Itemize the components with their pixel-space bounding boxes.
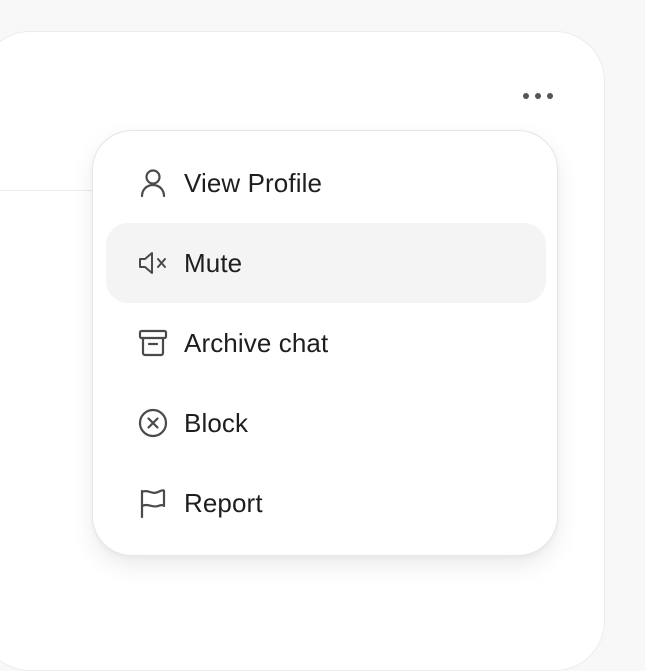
speaker-mute-icon: [136, 246, 170, 280]
menu-item-label: Block: [184, 407, 249, 438]
menu-item-label: Archive chat: [184, 327, 329, 358]
block-icon: [136, 406, 170, 440]
archive-icon: [136, 326, 170, 360]
menu-item-label: Mute: [184, 247, 243, 278]
menu-item-mute[interactable]: Mute: [106, 223, 546, 303]
menu-item-view-profile[interactable]: View Profile: [106, 143, 546, 223]
menu-item-block[interactable]: Block: [106, 383, 546, 463]
more-horizontal-icon: [523, 93, 553, 99]
flag-icon: [136, 486, 170, 520]
menu-item-archive-chat[interactable]: Archive chat: [106, 303, 546, 383]
user-icon: [136, 166, 170, 200]
more-options-button[interactable]: [514, 80, 562, 112]
context-menu: View Profile Mute Archive chat Block Rep…: [92, 130, 558, 556]
menu-item-report[interactable]: Report: [106, 463, 546, 543]
menu-item-label: View Profile: [184, 167, 323, 198]
menu-item-label: Report: [184, 487, 263, 518]
